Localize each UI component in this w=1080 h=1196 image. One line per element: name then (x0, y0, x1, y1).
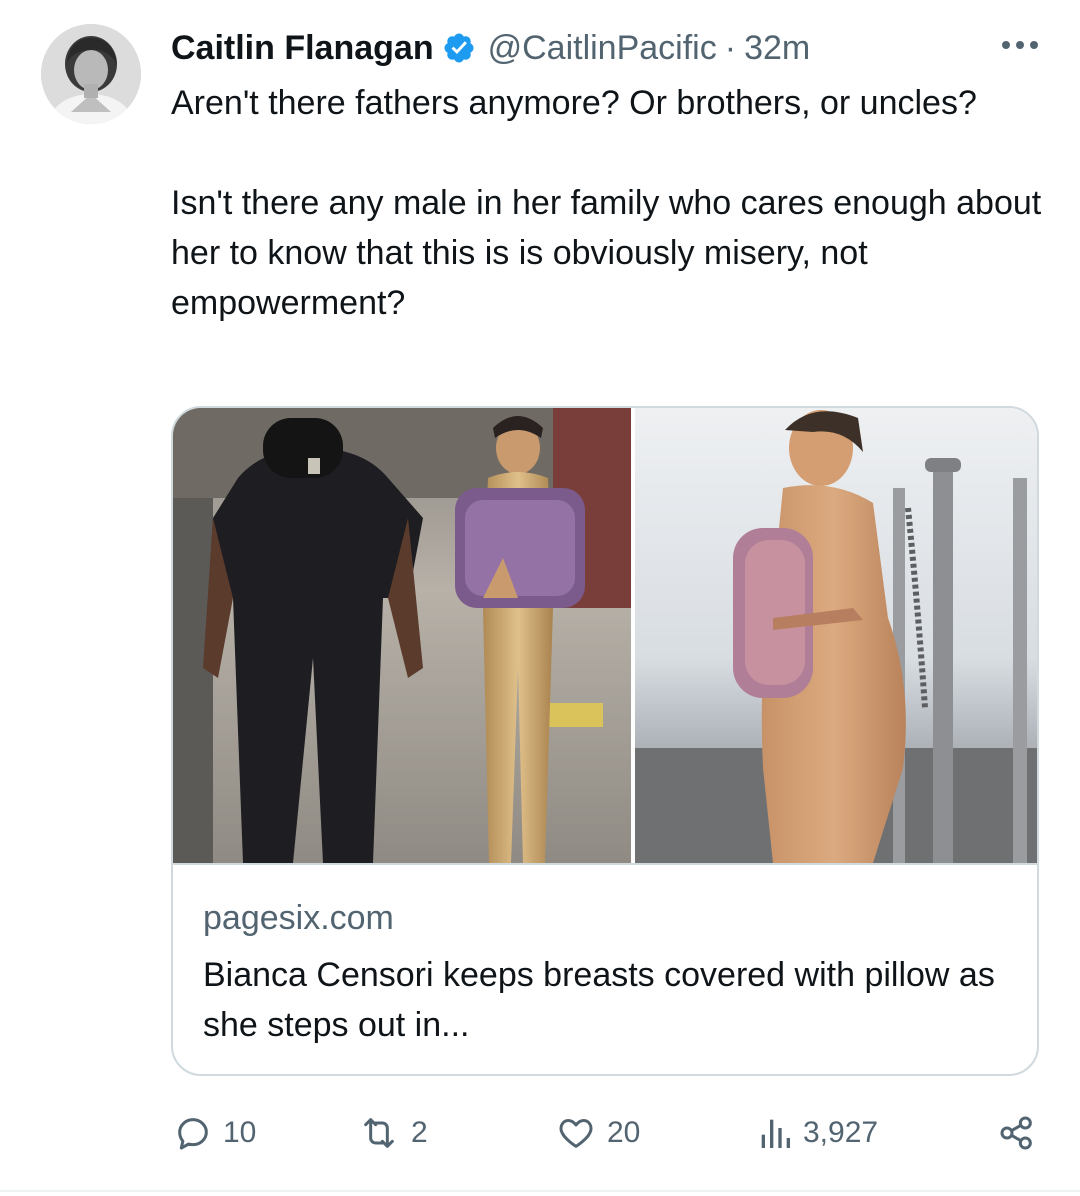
like-count: 20 (607, 1116, 641, 1149)
tweet-text: Aren't there fathers anymore? Or brother… (171, 78, 1051, 328)
card-title: Bianca Censori keeps breasts covered wit… (203, 956, 995, 1044)
reply-button[interactable]: 10 (173, 1110, 256, 1156)
share-button[interactable] (997, 1110, 1037, 1156)
views-icon (757, 1113, 793, 1153)
like-button[interactable]: 20 (555, 1110, 640, 1156)
card-domain: pagesix.com (203, 899, 394, 937)
share-icon (997, 1113, 1037, 1153)
tweet-paragraph: Isn't there any male in her family who c… (171, 184, 1042, 322)
timestamp[interactable]: 32m (744, 29, 810, 68)
card-image (173, 408, 1037, 865)
verified-badge-icon (442, 31, 476, 65)
reply-icon (173, 1113, 213, 1153)
repost-button[interactable]: 2 (357, 1110, 428, 1156)
tweet-header: Caitlin Flanagan @CaitlinPacific · 32m (171, 26, 810, 70)
views-count: 3,927 (803, 1116, 879, 1149)
separator-dot: · (724, 28, 737, 67)
link-card[interactable]: pagesix.com Bianca Censori keeps breasts… (171, 406, 1039, 1076)
author-name[interactable]: Caitlin Flanagan (171, 29, 434, 68)
reply-count: 10 (223, 1116, 257, 1149)
more-options-icon[interactable] (1000, 30, 1040, 60)
avatar-image (41, 24, 141, 124)
avatar[interactable] (41, 24, 141, 124)
views-button[interactable]: 3,927 (757, 1110, 878, 1156)
repost-icon (357, 1113, 401, 1153)
heart-icon (555, 1113, 597, 1153)
action-bar: 10 2 20 3,927 (0, 1110, 1080, 1156)
tweet[interactable]: Caitlin Flanagan @CaitlinPacific · 32m A… (0, 0, 1080, 1196)
card-meta: pagesix.com Bianca Censori keeps breasts… (203, 894, 1007, 1050)
divider (0, 1190, 1080, 1192)
author-handle[interactable]: @CaitlinPacific (488, 29, 717, 68)
repost-count: 2 (411, 1116, 428, 1149)
tweet-paragraph: Aren't there fathers anymore? Or brother… (171, 84, 977, 122)
